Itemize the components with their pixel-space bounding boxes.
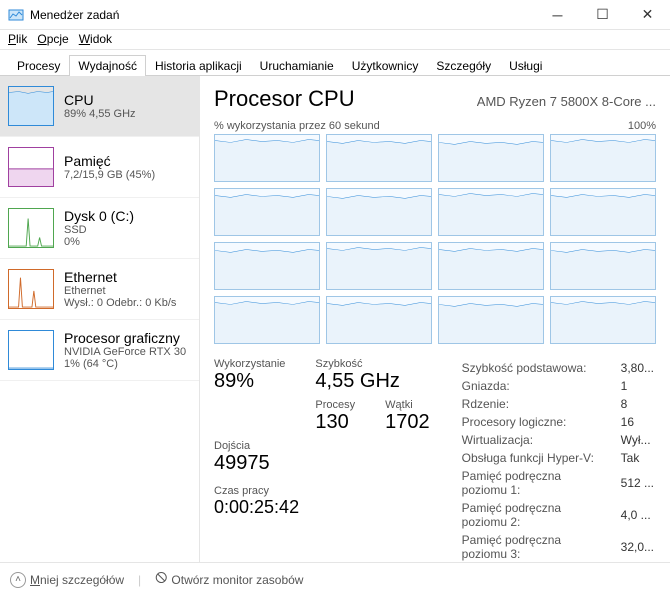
graph-label-left: % wykorzystania przez 60 sekund xyxy=(214,120,380,132)
sidebar-item-cpu[interactable]: CPU 89% 4,55 GHz xyxy=(0,76,199,137)
cpu-mini-chart xyxy=(8,86,54,126)
core-graph-3 xyxy=(550,134,656,182)
gpu-mini-chart xyxy=(8,330,54,370)
sidebar-memory-sub: 7,2/15,9 GB (45%) xyxy=(64,169,155,181)
page-title: Procesor CPU xyxy=(214,86,355,112)
tab-processes[interactable]: Procesy xyxy=(8,55,69,76)
graph-label-right: 100% xyxy=(628,120,656,132)
resource-monitor-icon: 🛇 xyxy=(155,569,167,590)
sidebar-gpu-sub1: NVIDIA GeForce RTX 30 xyxy=(64,346,186,358)
sidebar-net-title: Ethernet xyxy=(64,269,176,285)
uptime-label: Czas pracy xyxy=(214,485,430,497)
threads-label: Wątki xyxy=(385,399,430,411)
sidebar-gpu-title: Procesor graficzny xyxy=(64,330,186,346)
sidebar-item-ethernet[interactable]: Ethernet Ethernet Wysł.: 0 Odebr.: 0 Kb/… xyxy=(0,259,199,320)
core-graph-1 xyxy=(326,134,432,182)
sidebar: CPU 89% 4,55 GHz Pamięć 7,2/15,9 GB (45%… xyxy=(0,76,200,576)
sidebar-item-memory[interactable]: Pamięć 7,2/15,9 GB (45%) xyxy=(0,137,199,198)
menu-options[interactable]: Opcje xyxy=(37,32,68,47)
sidebar-disk-sub1: SSD xyxy=(64,224,134,236)
fewer-details-link[interactable]: ˄ Mniej szczegółów xyxy=(10,572,124,588)
sidebar-disk-sub2: 0% xyxy=(64,236,134,248)
menu-view[interactable]: Widok xyxy=(79,32,112,47)
tab-app-history[interactable]: Historia aplikacji xyxy=(146,55,251,76)
core-graph-12 xyxy=(214,296,320,344)
uptime-value: 0:00:25:42 xyxy=(214,497,430,518)
sidebar-disk-title: Dysk 0 (C:) xyxy=(64,208,134,224)
handles-value: 49975 xyxy=(214,452,285,475)
core-graph-9 xyxy=(326,242,432,290)
app-icon xyxy=(8,7,24,23)
close-button[interactable]: ✕ xyxy=(625,0,670,30)
maximize-button[interactable]: ☐ xyxy=(580,0,625,30)
util-value: 89% xyxy=(214,370,285,393)
memory-mini-chart xyxy=(8,147,54,187)
details-table: Szybkość podstawowa:3,80... Gniazda:1 Rd… xyxy=(460,358,656,564)
core-grid xyxy=(214,134,656,344)
content: Procesor CPU AMD Ryzen 7 5800X 8-Core ..… xyxy=(200,76,670,576)
core-graph-5 xyxy=(326,188,432,236)
tabs: Procesy Wydajność Historia aplikacji Uru… xyxy=(0,50,670,76)
tab-details[interactable]: Szczegóły xyxy=(427,55,500,76)
sidebar-net-sub2: Wysł.: 0 Odebr.: 0 Kb/s xyxy=(64,297,176,309)
core-graph-4 xyxy=(214,188,320,236)
speed-value: 4,55 GHz xyxy=(315,370,429,393)
handles-label: Dojścia xyxy=(214,440,285,452)
minimize-button[interactable]: ─ xyxy=(535,0,580,30)
footer: ˄ Mniej szczegółów | 🛇 Otwórz monitor za… xyxy=(0,562,670,596)
titlebar: Menedżer zadań ─ ☐ ✕ xyxy=(0,0,670,30)
core-graph-10 xyxy=(438,242,544,290)
net-mini-chart xyxy=(8,269,54,309)
sidebar-net-sub1: Ethernet xyxy=(64,285,176,297)
sidebar-item-disk[interactable]: Dysk 0 (C:) SSD 0% xyxy=(0,198,199,259)
threads-value: 1702 xyxy=(385,411,430,434)
tab-users[interactable]: Użytkownicy xyxy=(343,55,428,76)
core-graph-15 xyxy=(550,296,656,344)
open-resource-monitor-link[interactable]: 🛇 Otwórz monitor zasobów xyxy=(155,569,303,590)
sidebar-memory-title: Pamięć xyxy=(64,153,155,169)
sidebar-item-gpu[interactable]: Procesor graficzny NVIDIA GeForce RTX 30… xyxy=(0,320,199,381)
core-graph-13 xyxy=(326,296,432,344)
menubar: Plik Opcje Widok xyxy=(0,30,670,50)
core-graph-7 xyxy=(550,188,656,236)
tab-performance[interactable]: Wydajność xyxy=(69,55,146,76)
tab-startup[interactable]: Uruchamianie xyxy=(251,55,343,76)
core-graph-14 xyxy=(438,296,544,344)
chevron-up-icon: ˄ xyxy=(10,572,26,588)
core-graph-6 xyxy=(438,188,544,236)
core-graph-11 xyxy=(550,242,656,290)
cpu-model: AMD Ryzen 7 5800X 8-Core ... xyxy=(477,94,656,109)
sidebar-cpu-title: CPU xyxy=(64,92,136,108)
window-title: Menedżer zadań xyxy=(30,8,535,22)
core-graph-0 xyxy=(214,134,320,182)
core-graph-2 xyxy=(438,134,544,182)
proc-label: Procesy xyxy=(315,399,355,411)
core-graph-8 xyxy=(214,242,320,290)
disk-mini-chart xyxy=(8,208,54,248)
proc-value: 130 xyxy=(315,411,355,434)
sidebar-gpu-sub2: 1% (64 °C) xyxy=(64,358,186,370)
sidebar-cpu-sub: 89% 4,55 GHz xyxy=(64,108,136,120)
speed-label: Szybkość xyxy=(315,358,429,370)
tab-services[interactable]: Usługi xyxy=(500,55,551,76)
util-label: Wykorzystanie xyxy=(214,358,285,370)
menu-file[interactable]: Plik xyxy=(8,32,27,47)
